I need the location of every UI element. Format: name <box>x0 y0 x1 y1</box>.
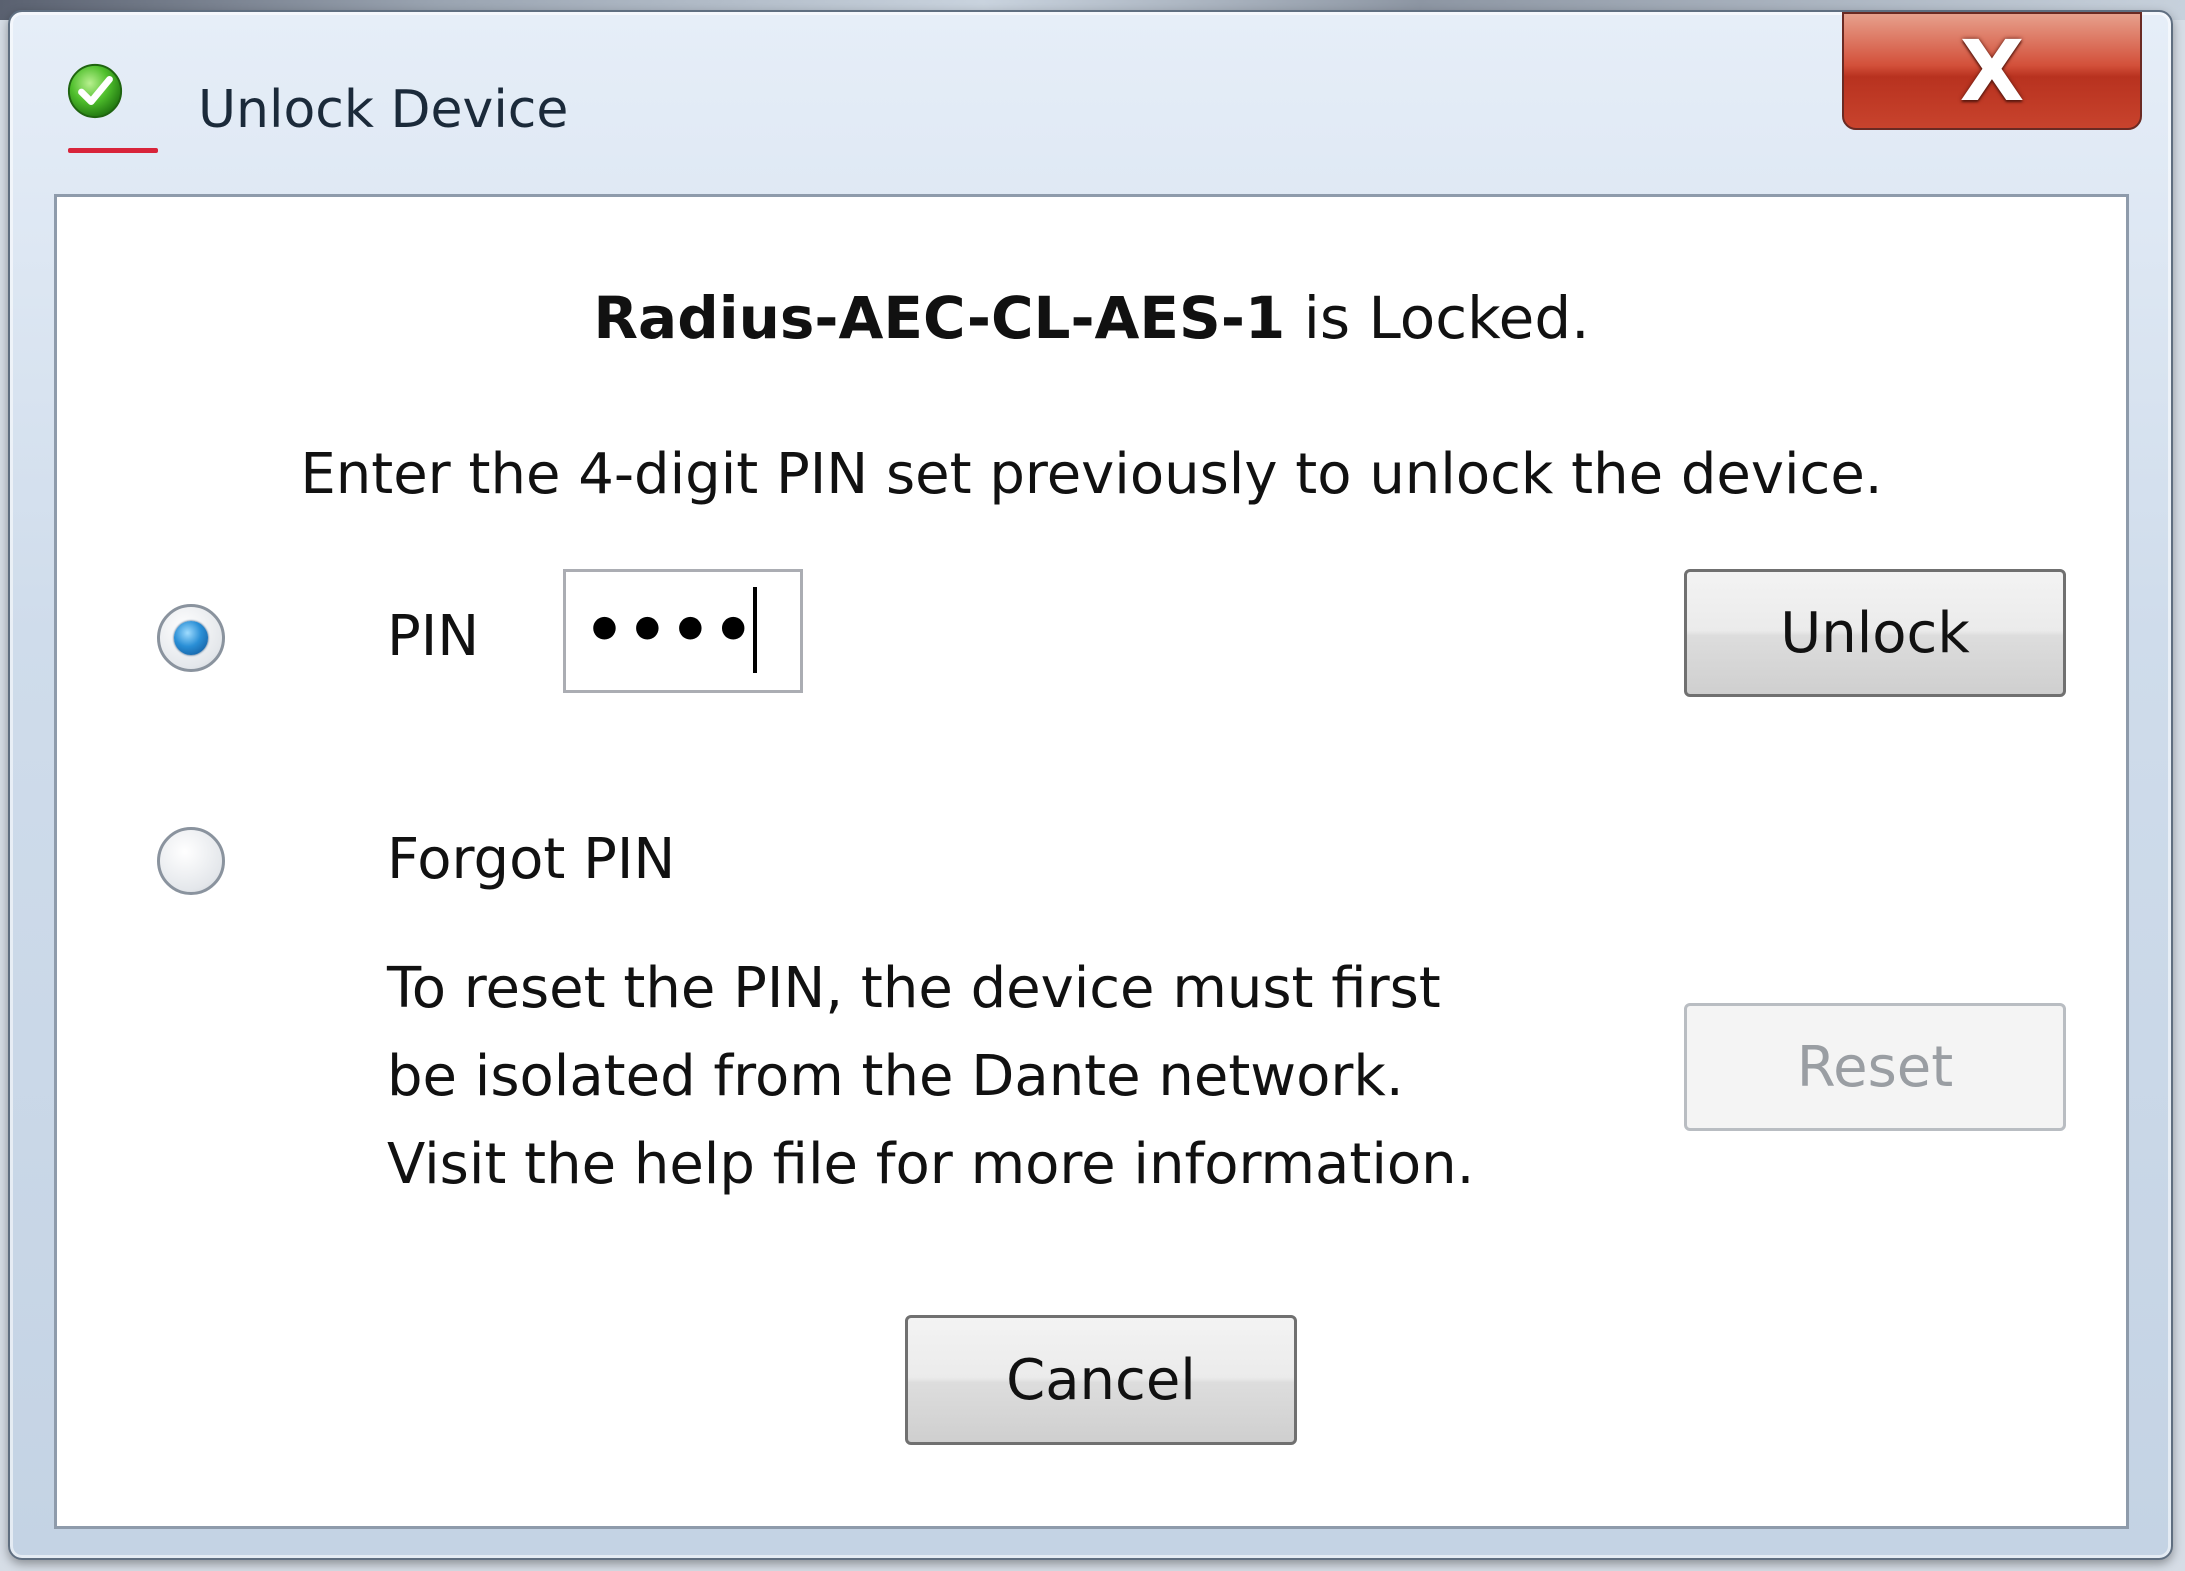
title-bar: Unlock Device X <box>10 12 2171 197</box>
pin-radio[interactable] <box>157 604 225 672</box>
pin-label: PIN <box>387 604 480 669</box>
app-icon-underline <box>68 148 158 153</box>
device-name: Radius-AEC-CL-AES-1 <box>593 284 1286 352</box>
text-caret <box>753 587 757 673</box>
forgot-pin-radio[interactable] <box>157 827 225 895</box>
reset-info-line: be isolated from the Dante network. <box>387 1044 1404 1109</box>
close-icon: X <box>1959 22 2025 120</box>
window-title: Unlock Device <box>198 80 569 140</box>
close-button[interactable]: X <box>1842 12 2142 130</box>
pin-input[interactable] <box>563 569 803 693</box>
unlock-device-dialog: Unlock Device X Radius-AEC-CL-AES-1 is L… <box>8 10 2173 1560</box>
green-check-icon <box>67 63 123 119</box>
dialog-body: Radius-AEC-CL-AES-1 is Locked. Enter the… <box>54 194 2129 1529</box>
locked-suffix: is Locked. <box>1285 284 1590 352</box>
unlock-button[interactable]: Unlock <box>1684 569 2066 697</box>
forgot-pin-label: Forgot PIN <box>387 827 676 892</box>
reset-info-line: To reset the PIN, the device must first <box>387 956 1441 1021</box>
reset-button[interactable]: Reset <box>1684 1003 2066 1131</box>
reset-info-line: Visit the help file for more information… <box>387 1132 1475 1197</box>
cancel-button[interactable]: Cancel <box>905 1315 1297 1445</box>
instruction-text: Enter the 4-digit PIN set previously to … <box>300 442 1883 507</box>
locked-status: Radius-AEC-CL-AES-1 is Locked. <box>57 289 2126 347</box>
reset-info-text: To reset the PIN, the device must first … <box>387 945 1607 1209</box>
